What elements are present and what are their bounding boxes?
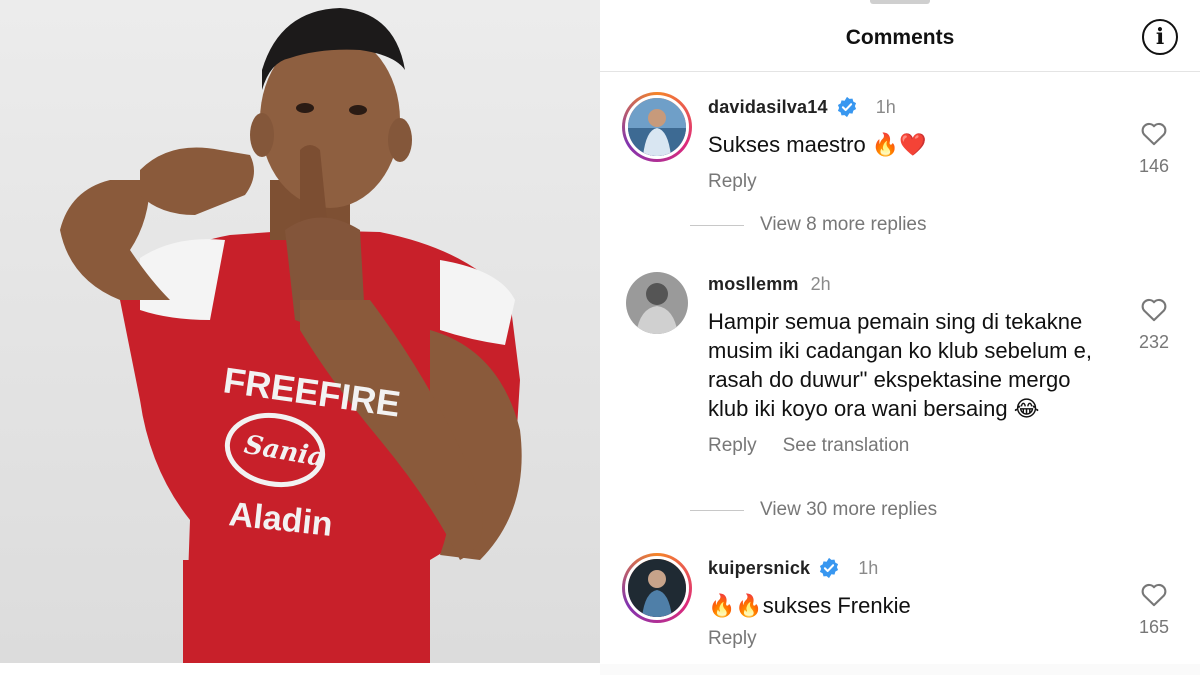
comment-time: 1h — [858, 557, 879, 578]
heart-icon[interactable] — [1140, 581, 1168, 607]
view-replies-label[interactable]: View 30 more replies — [760, 499, 937, 521]
heart-icon[interactable] — [1140, 296, 1168, 322]
like-control: 232 — [1134, 296, 1174, 353]
comments-header: Comments i — [600, 0, 1200, 72]
comment-text: Hampir semua pemain sing di tekakne musi… — [708, 309, 1092, 421]
view-replies-label[interactable]: View 8 more replies — [760, 214, 927, 236]
avatar[interactable] — [626, 272, 688, 334]
page-title: Comments — [845, 26, 955, 49]
comment-time: 1h — [875, 96, 896, 117]
comment-time: 2h — [810, 274, 831, 294]
player-illustration: FREEFIRE Sania Aladin — [60, 8, 522, 663]
like-count: 232 — [1138, 332, 1170, 352]
reply-button[interactable]: Reply — [708, 171, 757, 193]
replies-divider — [690, 224, 744, 226]
replies-divider — [690, 509, 744, 511]
comment-username[interactable]: davidasilva14 — [708, 97, 828, 118]
like-count: 165 — [1138, 617, 1170, 637]
verified-badge-icon — [820, 557, 839, 579]
avatar-image — [628, 98, 686, 156]
reply-button[interactable]: Reply — [708, 435, 757, 457]
like-count: 146 — [1138, 156, 1170, 176]
avatar[interactable] — [622, 553, 692, 623]
comment-username[interactable]: mosllemm — [708, 274, 799, 295]
avatar-image — [628, 559, 686, 617]
reply-button[interactable]: Reply — [708, 628, 757, 650]
comments-sheet: Comments i davidasilva14 1h Sukses maest… — [600, 0, 1200, 675]
comment-username[interactable]: kuipersnick — [708, 558, 810, 579]
comment-text: Sukses maestro 🔥❤️ — [708, 132, 927, 157]
view-more-replies[interactable]: View 8 more replies — [690, 214, 927, 236]
post-photo: FREEFIRE Sania Aladin — [0, 0, 600, 663]
like-control: 165 — [1134, 581, 1174, 638]
like-control: 146 — [1134, 120, 1174, 177]
see-translation-link[interactable]: See translation — [783, 435, 910, 457]
info-icon[interactable]: i — [1142, 19, 1178, 55]
emoji-bar-edge — [600, 664, 1200, 675]
comment-text: 🔥🔥sukses Frenkie — [708, 593, 911, 618]
avatar-image — [626, 272, 688, 334]
view-more-replies[interactable]: View 30 more replies — [690, 499, 937, 521]
verified-badge-icon — [837, 96, 856, 118]
avatar[interactable] — [622, 92, 692, 162]
heart-icon[interactable] — [1140, 120, 1168, 146]
